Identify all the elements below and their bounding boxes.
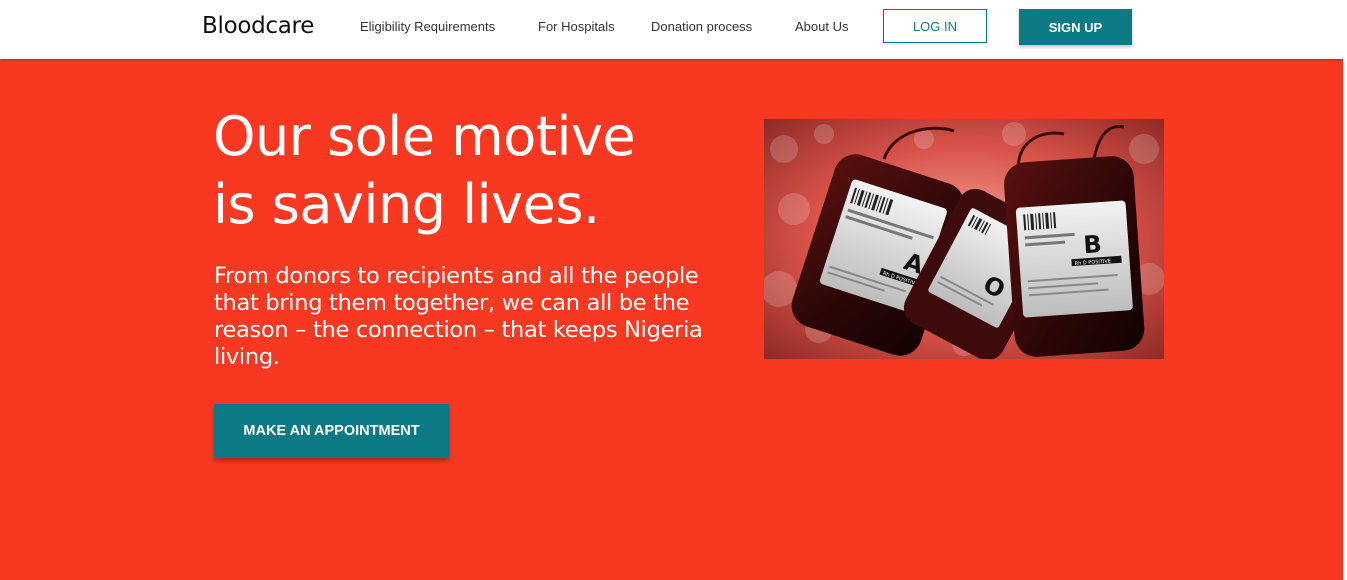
hero-headline-line-2: is saving lives. <box>213 173 600 236</box>
login-button[interactable]: LOG IN <box>883 9 987 43</box>
hero-headline-line-1: Our sole motive <box>213 105 636 168</box>
blood-bags-illustration: A Rh D POSITIVE O B Rh D POSITIVE <box>764 119 1164 359</box>
nav-link-donation-process[interactable]: Donation process <box>651 19 752 34</box>
blood-bags-image: A Rh D POSITIVE O B Rh D POSITIVE <box>764 119 1164 359</box>
nav-link-about-us[interactable]: About Us <box>795 19 848 34</box>
top-navbar: Bloodcare Eligibility Requirements For H… <box>0 0 1347 59</box>
signup-button[interactable]: SIGN UP <box>1019 9 1132 45</box>
nav-link-eligibility-requirements[interactable]: Eligibility Requirements <box>360 19 495 34</box>
hero-headline: Our sole motive is saving lives. <box>213 103 753 239</box>
site-logo[interactable]: Bloodcare <box>202 13 314 39</box>
hero-subtext: From donors to recipients and all the pe… <box>214 263 703 370</box>
bag-label-b: B <box>1082 230 1102 259</box>
page-scrollbar-edge <box>1343 0 1347 580</box>
make-appointment-button[interactable]: MAKE AN APPOINTMENT <box>214 404 449 458</box>
hero-section: Our sole motive is saving lives. From do… <box>0 59 1347 580</box>
nav-link-for-hospitals[interactable]: For Hospitals <box>538 19 615 34</box>
